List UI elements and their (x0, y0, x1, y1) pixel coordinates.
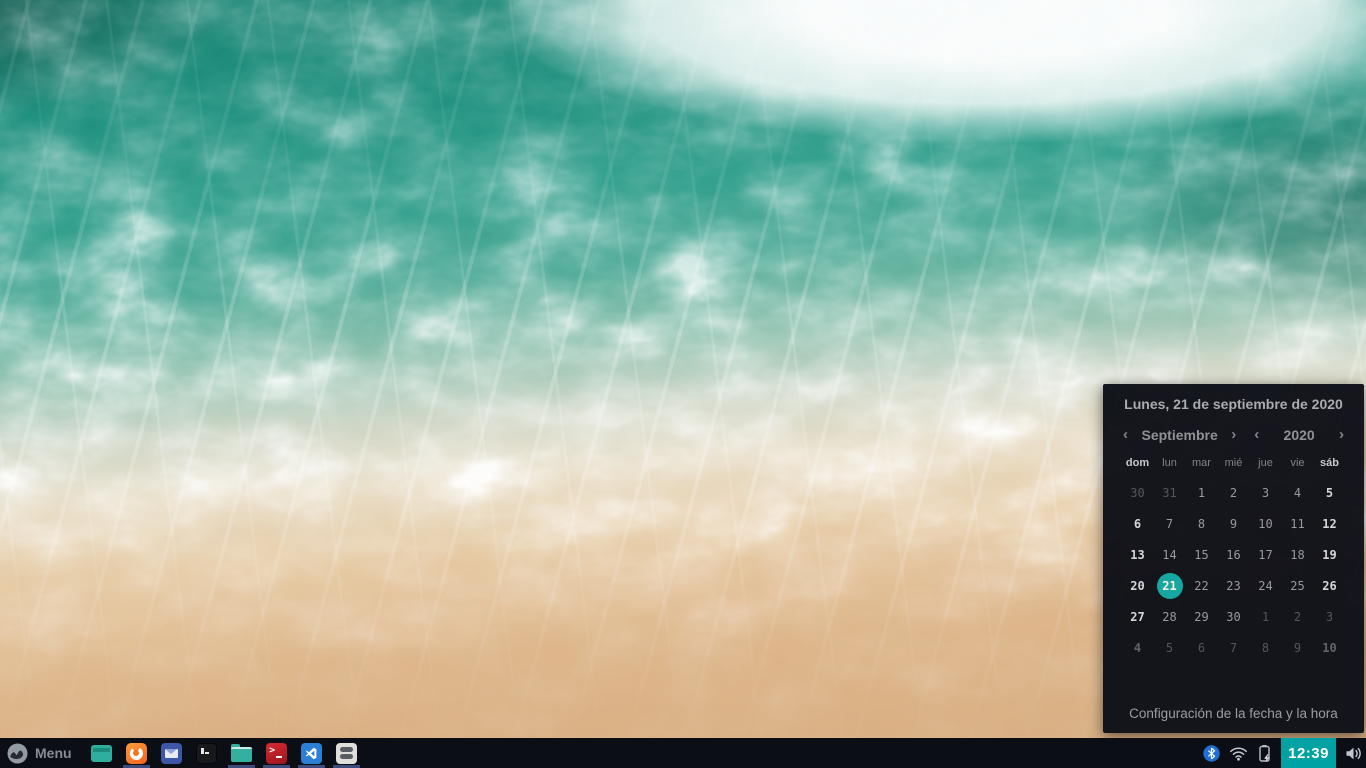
calendar-day[interactable]: 30 (1122, 477, 1154, 508)
day-header-lun: lun (1154, 457, 1186, 469)
calendar-day[interactable]: 18 (1282, 539, 1314, 570)
menu-button[interactable]: Menu (0, 738, 78, 768)
calendar-day[interactable]: 9 (1282, 632, 1314, 663)
files-launcher[interactable] (224, 738, 259, 768)
battery-charging-icon[interactable] (1257, 744, 1272, 763)
calendar-day[interactable]: 4 (1282, 477, 1314, 508)
calendar-day[interactable]: 3 (1250, 477, 1282, 508)
next-month-button[interactable]: › (1229, 426, 1238, 443)
month-selector: ‹ Septiembre › (1121, 426, 1238, 443)
red-terminal-icon (266, 743, 287, 764)
year-label: 2020 (1284, 427, 1315, 443)
calendar-day[interactable]: 20 (1122, 570, 1154, 601)
show-desktop-button[interactable] (84, 738, 119, 768)
stacked-windows-icon (336, 743, 357, 764)
volume-icon[interactable] (1345, 746, 1363, 761)
calendar-day[interactable]: 27 (1122, 601, 1154, 632)
menu-label: Menu (35, 745, 72, 761)
day-header-mar: mar (1186, 457, 1218, 469)
mail-icon (161, 743, 182, 764)
calendar-day[interactable]: 2 (1218, 477, 1250, 508)
firefox-launcher[interactable] (119, 738, 154, 768)
calendar-day[interactable]: 8 (1250, 632, 1282, 663)
calendar-day[interactable]: 9 (1218, 508, 1250, 539)
calendar-day[interactable]: 11 (1282, 508, 1314, 539)
day-header-sáb: sáb (1314, 457, 1346, 469)
vscode-launcher[interactable] (294, 738, 329, 768)
calendar-day[interactable]: 14 (1154, 539, 1186, 570)
terminal-launcher[interactable] (189, 738, 224, 768)
calendar-day[interactable]: 16 (1218, 539, 1250, 570)
day-header-jue: jue (1250, 457, 1282, 469)
calendar-day[interactable]: 25 (1282, 570, 1314, 601)
terminal-icon (196, 743, 217, 764)
calendar-day[interactable]: 7 (1154, 508, 1186, 539)
calendar-day[interactable]: 24 (1250, 570, 1282, 601)
prev-month-button[interactable]: ‹ (1121, 426, 1130, 443)
mail-launcher[interactable] (154, 738, 189, 768)
red-terminal-launcher[interactable] (259, 738, 294, 768)
calendar-day[interactable]: 3 (1314, 601, 1346, 632)
calendar-day[interactable]: 1 (1250, 601, 1282, 632)
calendar-day[interactable]: 19 (1314, 539, 1346, 570)
folder-icon (231, 744, 252, 762)
day-of-week-headers: domlunmarmiéjueviesáb (1103, 457, 1364, 469)
calendar-day[interactable]: 13 (1122, 539, 1154, 570)
app-switcher-launcher[interactable] (329, 738, 364, 768)
calendar-popup: Lunes, 21 de septiembre de 2020 ‹ Septie… (1103, 384, 1364, 733)
calendar-nav: ‹ Septiembre › ‹ 2020 › (1121, 426, 1346, 443)
calendar-day-grid: 3031123456789101112131415161718192021222… (1103, 477, 1364, 663)
calendar-day[interactable]: 17 (1250, 539, 1282, 570)
calendar-day[interactable]: 5 (1154, 632, 1186, 663)
vscode-icon (301, 743, 322, 764)
clock[interactable]: 12:39 (1281, 738, 1336, 768)
calendar-day[interactable]: 5 (1314, 477, 1346, 508)
day-header-dom: dom (1122, 457, 1154, 469)
system-tray: 12:39 (1203, 738, 1363, 768)
datetime-settings-link[interactable]: Configuración de la fecha y la hora (1103, 706, 1364, 721)
calendar-day[interactable]: 4 (1122, 632, 1154, 663)
distro-logo-icon (7, 743, 28, 764)
launcher-bar (84, 738, 364, 768)
bluetooth-icon[interactable] (1203, 745, 1220, 762)
wifi-icon[interactable] (1229, 746, 1248, 761)
day-header-vie: vie (1282, 457, 1314, 469)
calendar-day[interactable]: 22 (1186, 570, 1218, 601)
calendar-day[interactable]: 10 (1250, 508, 1282, 539)
calendar-day[interactable]: 6 (1186, 632, 1218, 663)
next-year-button[interactable]: › (1337, 426, 1346, 443)
calendar-day[interactable]: 8 (1186, 508, 1218, 539)
calendar-day[interactable]: 6 (1122, 508, 1154, 539)
month-label: Septiembre (1141, 427, 1217, 443)
calendar-day[interactable]: 7 (1218, 632, 1250, 663)
calendar-day[interactable]: 12 (1314, 508, 1346, 539)
day-header-mié: mié (1218, 457, 1250, 469)
calendar-day[interactable]: 30 (1218, 601, 1250, 632)
calendar-day[interactable]: 31 (1154, 477, 1186, 508)
calendar-day[interactable]: 28 (1154, 601, 1186, 632)
window-icon (91, 745, 112, 762)
calendar-day[interactable]: 10 (1314, 632, 1346, 663)
calendar-date-title: Lunes, 21 de septiembre de 2020 (1103, 396, 1364, 412)
calendar-day[interactable]: 2 (1282, 601, 1314, 632)
calendar-day[interactable]: 15 (1186, 539, 1218, 570)
year-selector: ‹ 2020 › (1252, 426, 1346, 443)
calendar-day[interactable]: 26 (1314, 570, 1346, 601)
prev-year-button[interactable]: ‹ (1252, 426, 1261, 443)
calendar-day[interactable]: 1 (1186, 477, 1218, 508)
calendar-day[interactable]: 29 (1186, 601, 1218, 632)
firefox-icon (126, 743, 147, 764)
taskbar-panel: Menu (0, 738, 1366, 768)
desktop: Lunes, 21 de septiembre de 2020 ‹ Septie… (0, 0, 1366, 768)
calendar-day[interactable]: 23 (1218, 570, 1250, 601)
calendar-day[interactable]: 21 (1154, 570, 1186, 601)
